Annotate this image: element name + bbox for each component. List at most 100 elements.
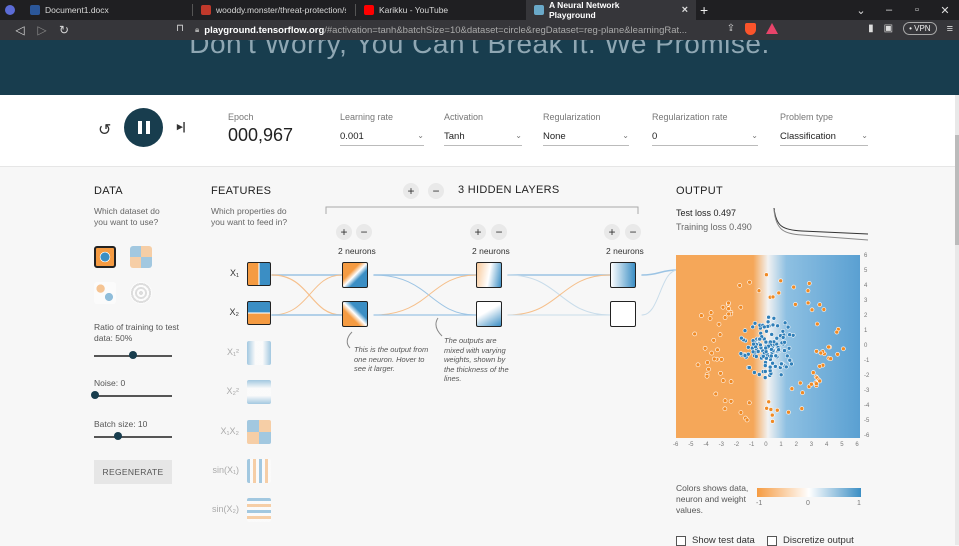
hidden-layers-label: 3 HIDDEN LAYERS <box>458 184 560 196</box>
regenerate-button[interactable]: REGENERATE <box>94 460 172 484</box>
activation-select[interactable]: Tanh ⌄ <box>444 131 522 146</box>
share-icon[interactable]: ⇪ <box>727 23 735 34</box>
remove-neuron-button[interactable]: − <box>625 224 641 240</box>
feature-x2[interactable] <box>247 301 271 325</box>
feature-x1[interactable] <box>247 262 271 286</box>
new-tab-button[interactable]: + <box>700 2 708 18</box>
menu-icon[interactable]: ≡ <box>947 23 953 35</box>
back-icon[interactable]: ◁ <box>12 23 28 37</box>
data-point-blue <box>784 364 789 370</box>
browser-menu-icon[interactable] <box>0 0 22 20</box>
data-point-orange <box>811 370 816 375</box>
batch-size-slider-knob[interactable] <box>114 432 122 440</box>
regularization-rate-group: Regularization rate 0 ⌄ <box>652 112 758 146</box>
problem-type-label: Problem type <box>780 112 834 122</box>
data-point-orange <box>707 316 713 321</box>
data-point-orange <box>708 310 714 315</box>
bookmark-icon[interactable]: ⊓ <box>172 23 188 34</box>
forward-icon[interactable]: ▷ <box>34 23 50 37</box>
data-point-orange <box>711 356 717 362</box>
neuron-1-2[interactable] <box>342 301 368 327</box>
vpn-button[interactable]: • VPN <box>903 22 937 35</box>
learning-rate-select[interactable]: 0.001 ⌄ <box>340 131 424 146</box>
x-tick-label: -4 <box>703 442 709 448</box>
data-point-orange <box>778 278 783 284</box>
x-tick-label: 2 <box>794 442 798 448</box>
maximize-button[interactable]: ▫ <box>903 4 931 16</box>
add-neuron-button[interactable]: + <box>470 224 486 240</box>
discretize-output-checkbox[interactable]: Discretize output <box>767 535 854 546</box>
neuron-3-1[interactable] <box>610 262 636 288</box>
data-point-orange <box>726 306 731 312</box>
pause-button[interactable] <box>124 108 163 147</box>
minimize-button[interactable]: – <box>875 4 903 16</box>
reload-icon[interactable]: ↻ <box>56 23 72 37</box>
noise-slider[interactable] <box>94 395 172 397</box>
tab-neural-network-playground[interactable]: A Neural Network Playground × <box>526 0 696 20</box>
tab-threat-protection[interactable]: wooddy.monster/threat-protection/se <box>193 0 355 20</box>
feature-label: X₂ <box>229 307 240 317</box>
regularization-value: None <box>543 131 566 142</box>
note-pointer <box>435 317 443 337</box>
data-point-blue <box>771 315 777 321</box>
close-tab-icon[interactable]: × <box>682 4 688 16</box>
dataset-spiral[interactable] <box>130 282 152 304</box>
data-point-blue <box>755 349 761 354</box>
wallet-icon[interactable]: ▣ <box>884 23 893 34</box>
tab-document[interactable]: Document1.docx <box>22 0 192 20</box>
problem-type-select[interactable]: Classification ⌄ <box>780 131 868 146</box>
brave-rewards-icon[interactable] <box>766 23 779 34</box>
show-test-data-checkbox[interactable]: Show test data <box>676 535 755 546</box>
data-point-blue <box>761 354 766 359</box>
neuron-2-1[interactable] <box>476 262 502 288</box>
tab-youtube[interactable]: Karikku - YouTube <box>356 0 526 20</box>
remove-neuron-button[interactable]: − <box>491 224 507 240</box>
tab-search-icon[interactable]: ⌄ <box>847 4 875 17</box>
data-point-blue <box>769 353 774 359</box>
regularization-label: Regularization <box>543 112 601 122</box>
feature-sin-x1[interactable] <box>247 459 271 483</box>
data-point-orange <box>747 279 752 285</box>
x-tick-label: -5 <box>688 442 694 448</box>
sidebar-icon[interactable]: ▮ <box>868 23 874 34</box>
neuron-1-1[interactable] <box>342 262 368 288</box>
add-neuron-button[interactable]: + <box>336 224 352 240</box>
features-title: FEATURES <box>211 185 272 197</box>
feature-x1x2[interactable] <box>247 420 271 444</box>
data-point-blue <box>778 372 784 378</box>
url-field[interactable]: 🔒︎ playground.tensorflow.org /#activatio… <box>195 23 760 37</box>
data-point-blue <box>757 336 762 342</box>
x-tick-label: 0 <box>764 442 768 448</box>
training-loss: Training loss 0.490 <box>676 222 752 232</box>
noise-slider-knob[interactable] <box>91 391 99 399</box>
y-tick-label: 6 <box>864 253 868 259</box>
dataset-gaussian[interactable] <box>94 282 116 304</box>
feature-x2-squared[interactable] <box>247 380 271 404</box>
data-point-orange <box>815 321 820 327</box>
neuron-2-2[interactable] <box>476 301 502 327</box>
data-point-blue <box>773 364 778 369</box>
ratio-slider-knob[interactable] <box>129 351 137 359</box>
add-layer-button[interactable]: + <box>403 183 419 199</box>
neuron-3-2[interactable] <box>610 301 636 327</box>
reset-icon[interactable]: ↺ <box>98 120 111 140</box>
data-point-orange <box>764 272 769 278</box>
feature-sin-x2[interactable] <box>247 498 271 522</box>
data-point-blue <box>775 323 780 329</box>
page-scrollbar[interactable] <box>955 95 959 545</box>
step-icon[interactable]: ▸| <box>177 120 186 133</box>
remove-neuron-button[interactable]: − <box>356 224 372 240</box>
add-neuron-button[interactable]: + <box>604 224 620 240</box>
close-window-button[interactable]: ✕ <box>931 4 959 17</box>
batch-size-slider[interactable] <box>94 436 172 438</box>
regularization-select[interactable]: None ⌄ <box>543 131 629 146</box>
data-point-orange <box>722 406 728 412</box>
y-tick-label: -3 <box>864 388 870 394</box>
data-point-blue <box>751 341 756 347</box>
remove-layer-button[interactable]: − <box>428 183 444 199</box>
dataset-circle[interactable] <box>94 246 116 268</box>
feature-x1-squared[interactable] <box>247 341 271 365</box>
regularization-rate-select[interactable]: 0 ⌄ <box>652 131 758 146</box>
brave-shield-icon[interactable] <box>745 22 757 35</box>
dataset-xor[interactable] <box>130 246 152 268</box>
